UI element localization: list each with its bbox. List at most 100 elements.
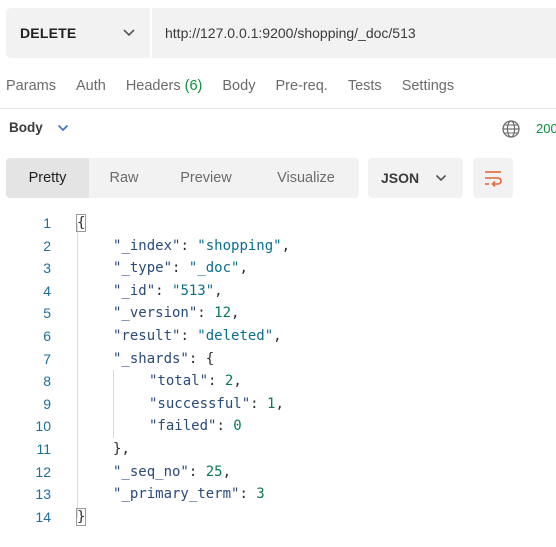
chevron-down-icon [435,174,447,182]
code-token: "_primary_term" [113,486,240,503]
code-line: 13 "_primary_term": 3 [0,483,556,506]
code-line: 7 "_shards": { [0,348,556,371]
tab-label: Headers [125,78,181,94]
code-text: "total": 2, [149,370,242,393]
code-token: "_index" [113,237,181,254]
code-line: 2 "_index": "shopping", [0,235,556,258]
code-text: "successful": 1, [149,393,284,416]
code-text: "_index": "shopping", [113,235,290,258]
code-text: "_primary_term": 3 [113,483,265,506]
tab-label: Settings [401,78,455,94]
tab-auth[interactable]: Auth [76,78,106,94]
tab-label: Body [222,78,256,94]
line-number: 7 [43,350,51,367]
line-number: 5 [43,305,51,322]
url-input[interactable]: http://127.0.0.1:9200/shopping/_doc/513 [152,8,556,58]
code-token: "_doc" [188,260,240,277]
code-token: "successful" [149,395,251,412]
code-token: , [214,282,223,299]
code-token: , [275,395,284,412]
code-token: "_version" [113,305,198,322]
tab-label: Auth [75,78,106,94]
code-token: "513" [172,282,215,299]
tab-params[interactable]: Params [6,78,56,94]
format-label: JSON [381,170,420,186]
code-token: "_shards" [113,350,189,367]
wrap-lines-icon [485,171,502,187]
code-line: 10 "failed": 0 [0,415,556,438]
tab-headers[interactable]: Headers (6) [126,78,203,94]
code-text: "_type": "_doc", [113,257,248,280]
tab-body[interactable]: Body [222,78,255,94]
code-text: { [75,212,87,235]
code-text: "failed": 0 [149,415,242,438]
view-raw-button[interactable]: Raw [89,158,159,198]
code-token: "_seq_no" [113,463,189,480]
line-number: 11 [36,440,51,457]
view-visualize-button[interactable]: Visualize [253,158,359,198]
line-number: 12 [35,463,51,480]
code-text: } [75,506,87,529]
code-token: 3 [256,486,265,503]
code-token: { [75,214,87,232]
request-bar: DELETE http://127.0.0.1:9200/shopping/_d… [6,8,556,58]
line-number: 4 [43,282,51,299]
globe-icon[interactable] [501,119,521,139]
response-code-viewer[interactable]: 1{ 2 "_index": "shopping", 3 "_type": "_doc"… [0,212,556,528]
code-token: "_id" [113,282,156,299]
request-tabs: Params Auth Headers (6) Body Pre-req. Te… [6,78,474,94]
view-preview-button[interactable]: Preview [159,158,253,198]
code-line: 4 "_id": "513", [0,280,556,303]
code-token: 25 [205,463,223,480]
code-line: 14} [0,506,556,529]
tab-settings[interactable]: Settings [402,78,454,94]
tab-tests[interactable]: Tests [348,78,382,94]
code-text: "_id": "513", [113,280,223,303]
code-token: : [155,282,173,299]
code-text: "_version": 12, [113,302,239,325]
code-token: : [208,373,225,390]
code-token: , [231,305,240,322]
line-number: 9 [43,395,51,412]
code-text: "_seq_no": 25, [113,461,231,484]
code-token: : [172,260,189,277]
tab-label: Pre-req. [275,78,328,94]
response-body-dropdown[interactable]: Body [9,120,69,135]
line-number: 6 [43,327,51,344]
code-token: , [233,373,242,390]
response-section-label: Body [9,120,43,135]
code-token: : [239,486,257,503]
tab-label: Tests [347,78,382,94]
tab-pre-request[interactable]: Pre-req. [275,78,327,94]
format-select[interactable]: JSON [368,158,463,198]
wrap-lines-button[interactable] [473,158,513,198]
code-token: : [188,350,206,367]
code-line: 6 "result": "deleted", [0,325,556,348]
method-label: DELETE [20,25,77,41]
code-line: 11}, [0,438,556,461]
chevron-down-icon [57,124,68,131]
code-line: 8 "total": 2, [0,370,556,393]
code-token: , [222,463,232,480]
code-token: : [197,305,215,322]
code-token: : [188,463,206,480]
code-token: : [180,327,198,344]
code-line: 1{ [0,212,556,235]
code-token: "failed" [149,418,217,435]
code-token: { [205,350,215,367]
view-pretty-button[interactable]: Pretty [6,158,89,198]
line-number: 2 [43,237,51,254]
code-token: "result" [113,327,181,344]
code-token: : [180,237,198,254]
code-token: "deleted" [197,327,274,344]
headers-count-badge: (6) [184,78,203,94]
code-token: , [121,440,130,457]
line-number: 8 [43,373,51,390]
line-number: 13 [35,486,51,503]
line-number: 10 [35,418,51,435]
line-number: 3 [43,260,51,277]
method-select[interactable]: DELETE [6,8,150,58]
status-code[interactable]: 200 [536,121,556,136]
code-token: 0 [233,418,242,435]
view-mode-group: Pretty Raw Preview Visualize [6,158,359,198]
